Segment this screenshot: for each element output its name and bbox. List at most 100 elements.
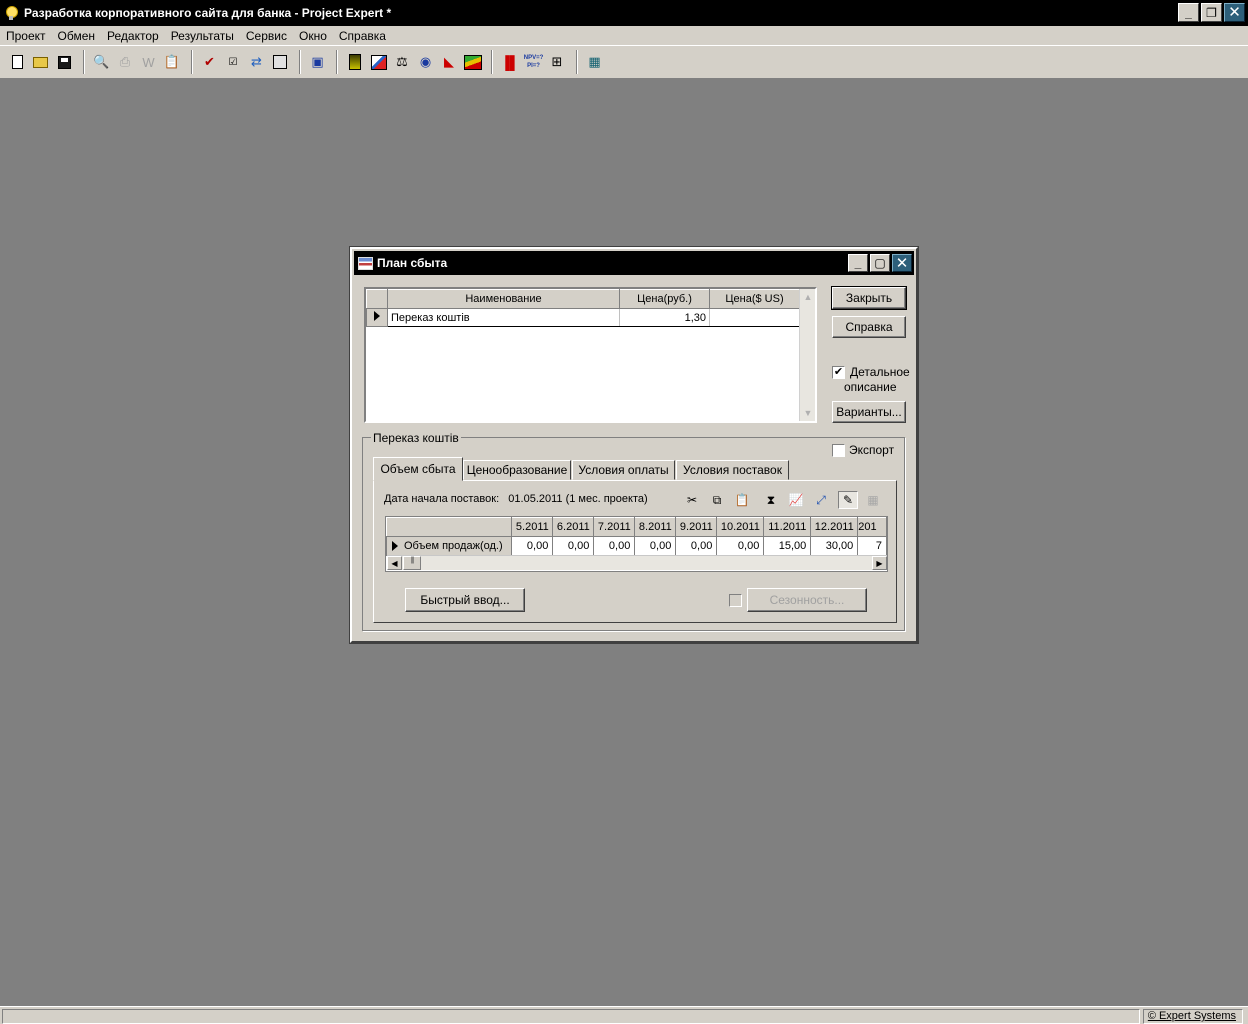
tab-sales-volume[interactable]: Объем сбыта [373,457,463,481]
globe-icon[interactable]: ◉ [415,51,437,73]
product-name-cell[interactable]: Переказ коштів [387,308,620,327]
save-icon[interactable] [53,51,75,73]
volume-cell[interactable]: 0,00 [593,536,636,556]
month-header: 10.2011 [716,517,765,537]
product-price-rub-cell[interactable]: 1,30 [619,308,710,327]
cashflow-chart-icon[interactable] [368,51,390,73]
group-label: Переказ коштів [371,431,461,445]
export-label: Экспорт [849,443,895,457]
grid-corner [366,289,388,309]
row-label-text: Объем продаж(од.) [404,540,503,552]
scroll-up-icon[interactable]: ▲ [800,289,816,305]
seasonality-checkbox[interactable] [729,594,742,607]
dialog-close-button[interactable]: ✕ [892,254,912,272]
product-price-usd-cell[interactable] [709,308,800,327]
scroll-down-icon[interactable]: ▼ [800,405,816,421]
close-dialog-button[interactable]: Закрыть [831,286,907,310]
menu-project[interactable]: Проект [0,29,52,43]
sales-volume-grid[interactable]: 5.2011 6.2011 7.2011 8.2011 9.2011 10.20… [385,516,888,572]
print-icon[interactable]: ⎙ [114,51,136,73]
month-header: 201 [857,517,887,537]
volume-cell[interactable]: 0,00 [511,536,554,556]
clipboard-icon[interactable]: 📋 [161,51,183,73]
npv-label: NPV=? [523,55,544,61]
volume-cell[interactable]: 0,00 [552,536,595,556]
detailed-description-checkbox[interactable]: ✔ [832,366,845,379]
scroll-left-icon[interactable]: ◀ [387,556,402,570]
link-icon[interactable]: ⇄ [246,51,268,73]
scroll-thumb[interactable]: ||| [403,556,421,570]
menu-help[interactable]: Справка [333,29,392,43]
npv-pi-icon[interactable]: NPV=? PI=? [523,51,545,73]
pi-label: PI=? [527,63,540,69]
table-row[interactable]: Объем продаж(од.) 0,00 0,00 0,00 0,00 0,… [386,536,887,556]
start-date-label: Дата начала поставок: 01.05.2011 (1 мес.… [384,493,648,505]
month-header: 8.2011 [634,517,677,537]
checklist-icon[interactable]: ☑ [222,51,244,73]
status-bar: © Expert Systems [0,1006,1248,1024]
volume-cell[interactable]: 30,00 [810,536,859,556]
table-row[interactable]: Переказ коштів 1,30 [366,308,800,327]
col-name-header[interactable]: Наименование [387,289,620,309]
products-grid[interactable]: Наименование Цена(руб.) Цена($ US) Перек… [364,287,817,423]
stock-icon[interactable] [344,51,366,73]
wand-icon[interactable]: ⤢ [811,491,831,509]
copy-icon[interactable]: ⧉ [707,491,727,509]
month-header: 11.2011 [763,517,812,537]
menu-results[interactable]: Результаты [165,29,240,43]
month-header: 6.2011 [552,517,595,537]
calculator-icon[interactable]: ▦ [584,51,606,73]
close-button[interactable]: ✕ [1224,3,1245,22]
horizontal-scrollbar[interactable]: ◀ ||| ▶ [387,555,887,570]
scales-icon[interactable]: ⚖ [391,51,413,73]
pencil-icon[interactable]: ✎ [838,491,858,509]
line-chart-icon[interactable]: 📈 [786,491,806,509]
menu-exchange[interactable]: Обмен [52,29,102,43]
start-date-value: 01.05.2011 (1 мес. проекта) [508,493,648,505]
scroll-right-icon[interactable]: ▶ [872,556,887,570]
quick-input-button[interactable]: Быстрый ввод... [405,588,525,612]
volume-cell[interactable]: 0,00 [716,536,765,556]
menu-bar: Проект Обмен Редактор Результаты Сервис … [0,26,1248,45]
volume-cell[interactable]: 7 [857,536,887,556]
help-button[interactable]: Справка [832,316,906,338]
paste-icon[interactable]: 📋 [732,491,752,509]
open-folder-icon[interactable] [30,51,52,73]
volume-cell[interactable]: 0,00 [634,536,677,556]
bar-chart-icon[interactable]: ▐▌ [499,51,521,73]
chart-icon[interactable]: ◣ [438,51,460,73]
variants-button[interactable]: Варианты... [832,401,906,423]
col-price-rub-header[interactable]: Цена(руб.) [619,289,710,309]
sales-plan-dialog: План сбыта _ ▢ ✕ Наименование Цена(руб.)… [349,246,919,644]
expert-systems-credit[interactable]: © Expert Systems [1148,1010,1236,1022]
dialog-minimize-button[interactable]: _ [848,254,868,272]
table-edit-icon[interactable]: ▦ [863,491,883,509]
minimize-button[interactable]: _ [1178,3,1199,22]
col-price-usd-header[interactable]: Цена($ US) [709,289,800,309]
cut-icon[interactable]: ✂ [682,491,702,509]
tab-payment-terms[interactable]: Условия оплаты [572,460,675,480]
word-export-icon[interactable]: W [138,51,160,73]
tab-pricing[interactable]: Ценообразование [463,460,571,480]
monitor-icon[interactable]: ▣ [307,51,329,73]
menu-window[interactable]: Окно [293,29,333,43]
area-chart-icon[interactable] [462,51,484,73]
export-checkbox[interactable] [832,444,845,457]
restore-button[interactable]: ❐ [1201,3,1222,22]
hourglass-icon[interactable]: ⧗ [761,491,781,509]
notes-icon[interactable] [269,51,291,73]
preview-icon[interactable]: 🔍 [91,51,113,73]
tree-icon[interactable]: ⊞ [546,51,568,73]
volume-cell[interactable]: 0,00 [675,536,718,556]
volume-cell[interactable]: 15,00 [763,536,812,556]
tab-delivery-terms[interactable]: Условия поставок [676,460,789,480]
window-title: Разработка корпоративного сайта для банк… [24,6,392,20]
menu-service[interactable]: Сервис [240,29,293,43]
dialog-maximize-button[interactable]: ▢ [870,254,890,272]
check-icon[interactable]: ✔ [199,51,221,73]
seasonality-button[interactable]: Сезонность... [747,588,867,612]
menu-editor[interactable]: Редактор [101,29,165,43]
status-cell-main [2,1009,1140,1024]
vertical-scrollbar[interactable]: ▲ ▼ [799,289,815,421]
new-doc-icon[interactable] [6,51,28,73]
